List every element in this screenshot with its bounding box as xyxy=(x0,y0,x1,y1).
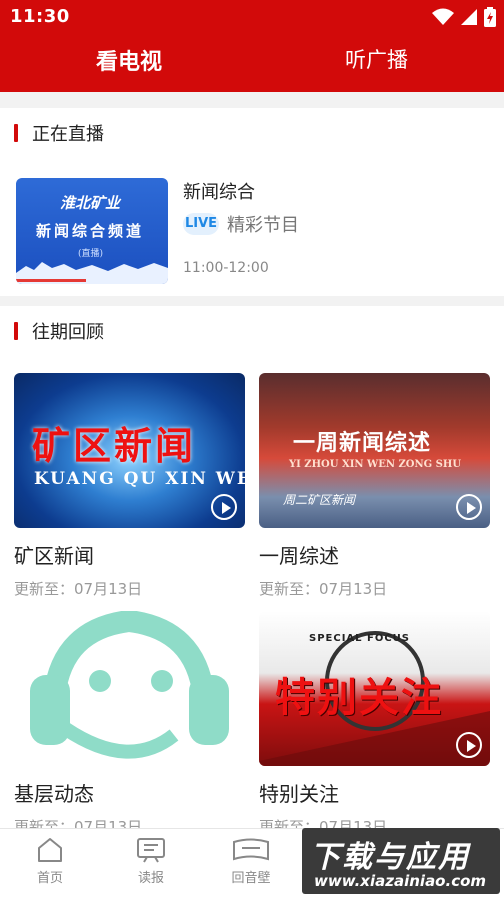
tab-watch-tv[interactable]: 看电视 xyxy=(96,44,162,76)
thumb-overlay-sub: KUANG QU XIN WEN xyxy=(34,469,245,489)
section-marker xyxy=(14,124,18,142)
thumb-overlay-title: 矿区新闻 xyxy=(32,423,197,468)
replay-name: 一周综述 xyxy=(259,544,339,568)
live-section: 正在直播 淮北矿业 新闻综合频道 (直播) 新闻综合 LIVE 精彩节目 11:… xyxy=(0,108,504,296)
replay-thumbnail[interactable]: 一周新闻综述 YI ZHOU XIN WEN ZONG SHU 周二矿区新闻 xyxy=(259,373,490,528)
replay-thumbnail[interactable] xyxy=(14,611,245,766)
replay-name: 基层动态 xyxy=(14,782,94,806)
play-icon[interactable] xyxy=(456,732,482,758)
thumb-overlay-sub: SPECIAL FOCUS xyxy=(309,633,411,644)
nav-home[interactable]: 首页 xyxy=(20,837,80,886)
nav-newspaper[interactable]: 读报 xyxy=(121,837,181,886)
live-thumbnail[interactable]: 淮北矿业 新闻综合频道 (直播) xyxy=(16,178,168,284)
tab-listen-radio[interactable]: 听广播 xyxy=(345,44,408,74)
section-title-text: 正在直播 xyxy=(32,124,104,145)
thumb-overlay-title: 一周新闻综述 xyxy=(293,430,432,456)
watermark-title: 下载与应用 xyxy=(310,840,470,875)
wifi-icon xyxy=(432,8,454,25)
live-program: 精彩节目 xyxy=(227,215,299,236)
section-title-replay: 往期回顾 xyxy=(14,320,104,343)
live-time: 11:00-12:00 xyxy=(183,260,269,276)
nav-echo-wall[interactable]: 回音壁 xyxy=(221,837,281,886)
thumb-overlay-title: 特别关注 xyxy=(275,674,443,721)
play-icon[interactable] xyxy=(211,494,237,520)
thumb-sub: (直播) xyxy=(78,249,104,259)
replay-name: 矿区新闻 xyxy=(14,544,94,568)
section-title-live: 正在直播 xyxy=(14,122,104,145)
app-header: 11:30 看电视 听广播 xyxy=(0,0,504,92)
play-icon[interactable] xyxy=(456,494,482,520)
live-channel-name[interactable]: 新闻综合 xyxy=(183,178,255,204)
echo-wall-icon xyxy=(233,838,269,861)
replay-thumbnail[interactable]: 矿区新闻 KUANG QU XIN WEN xyxy=(14,373,245,528)
home-icon xyxy=(38,838,62,862)
watermark-url: www.xiazainiao.com xyxy=(314,872,487,890)
thumb-overlay-sub: YI ZHOU XIN WEN ZONG SHU xyxy=(289,459,462,470)
replay-updated: 更新至：07月13日 xyxy=(259,580,388,598)
replay-name: 特别关注 xyxy=(259,782,339,806)
headset-icon xyxy=(30,611,229,759)
replay-thumbnail[interactable]: SPECIAL FOCUS 特别关注 xyxy=(259,611,490,766)
nav-newspaper-label: 读报 xyxy=(137,871,164,886)
replay-updated: 更新至：07月13日 xyxy=(14,580,143,598)
watermark: 下载与应用 www.xiazainiao.com xyxy=(302,828,500,894)
nav-home-label: 首页 xyxy=(36,871,63,886)
nav-echo-wall-label: 回音壁 xyxy=(231,871,271,886)
live-badge: LIVE xyxy=(183,213,219,235)
top-tabs: 看电视 听广播 xyxy=(0,40,504,84)
thumb-overlay-corner: 周二矿区新闻 xyxy=(283,493,356,507)
battery-icon xyxy=(484,7,496,27)
status-time: 11:30 xyxy=(10,6,70,27)
thumb-logo: 淮北矿业 xyxy=(60,194,121,212)
replay-section: 往期回顾 矿区新闻 KUANG QU XIN WEN 矿区新闻 更新至：07月1… xyxy=(0,306,504,836)
thumb-title: 新闻综合频道 xyxy=(36,222,145,240)
section-marker xyxy=(14,322,18,340)
status-icons xyxy=(432,6,496,28)
newspaper-icon xyxy=(137,838,165,863)
signal-icon xyxy=(461,9,477,25)
status-bar: 11:30 xyxy=(0,0,504,34)
section-title-text: 往期回顾 xyxy=(32,322,104,343)
